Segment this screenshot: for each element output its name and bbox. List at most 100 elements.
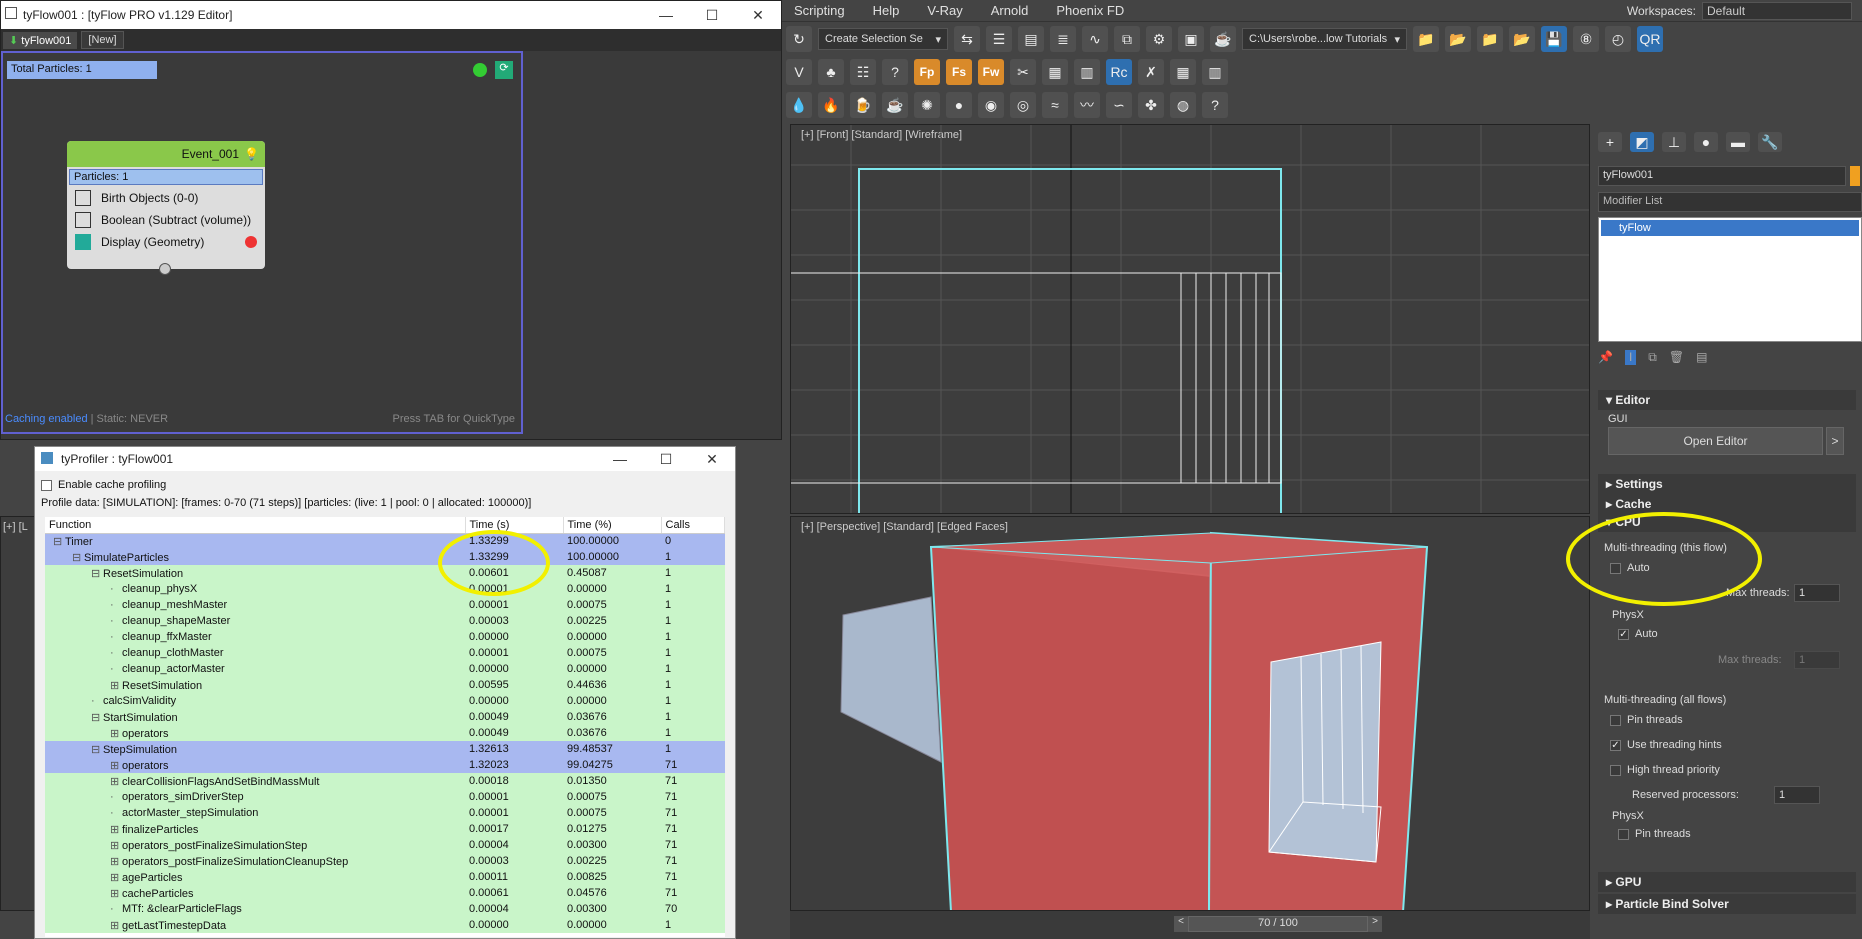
fp-icon[interactable]: Fp <box>914 59 940 85</box>
qr-icon[interactable]: QR <box>1637 26 1663 52</box>
table-row[interactable]: · cleanup_ffxMaster 0.00000 0.00000 1 <box>45 629 725 645</box>
output-socket[interactable] <box>159 263 171 275</box>
help-icon[interactable]: ? <box>1202 92 1228 118</box>
help-icon[interactable]: ? <box>882 59 908 85</box>
event-node[interactable]: Event_001 💡 Particles: 1 Birth Objects (… <box>67 141 265 275</box>
table-row[interactable]: · operators_simDriverStep 0.00001 0.00075 71 <box>45 789 725 805</box>
mirror-icon[interactable]: ⇆ <box>954 26 980 52</box>
tab-tyflow001[interactable]: ⬇ tyFlow001 <box>3 31 78 49</box>
event-node-title[interactable]: Event_001 <box>67 141 265 167</box>
grid-icon[interactable]: ▥ <box>1074 59 1100 85</box>
curve-editor-icon[interactable]: ∿ <box>1082 26 1108 52</box>
snap-icon[interactable]: ↻ <box>786 26 812 52</box>
folder-icon[interactable]: 📁 <box>1477 26 1503 52</box>
table-row[interactable]: · cleanup_meshMaster 0.00001 0.00075 1 <box>45 597 725 613</box>
tab-new[interactable]: [New] <box>81 31 124 49</box>
wave-icon[interactable]: ≈ <box>1042 92 1068 118</box>
expand-toggle-icon[interactable]: ⊟ <box>72 551 84 564</box>
tools-icon[interactable]: ✂ <box>1010 59 1036 85</box>
physx-auto-checkbox[interactable]: ✓ Auto <box>1618 628 1658 640</box>
minimize-icon[interactable]: — <box>597 447 643 471</box>
front-viewport[interactable]: [+] [Front] [Standard] [Wireframe] <box>790 124 1590 514</box>
expand-button[interactable]: > <box>1826 427 1844 455</box>
project-path-dropdown[interactable]: C:\Users\robe...low Tutorials ▾ <box>1242 28 1407 50</box>
hierarchy-icon[interactable]: ⊥ <box>1662 132 1686 152</box>
expand-toggle-icon[interactable]: ⊞ <box>110 919 122 932</box>
expand-toggle-icon[interactable]: ⊞ <box>110 887 122 900</box>
col-function[interactable]: Function <box>45 517 466 534</box>
expand-toggle-icon[interactable]: ⊞ <box>110 839 122 852</box>
timer-icon[interactable]: ◴ <box>1605 26 1631 52</box>
perspective-viewport[interactable]: [+] [Perspective] [Standard] [Edged Face… <box>790 516 1590 911</box>
render-frame-icon[interactable]: ▣ <box>1178 26 1204 52</box>
wind-icon[interactable]: ✤ <box>1138 92 1164 118</box>
expand-toggle-icon[interactable]: ⊞ <box>110 823 122 836</box>
save-icon[interactable]: 💾 <box>1541 26 1567 52</box>
physx-pin-threads-checkbox[interactable]: Pin threads <box>1618 828 1691 840</box>
table-row[interactable]: ⊞ operators_postFinalizeSimulationCleanup… <box>45 853 725 869</box>
expand-toggle-icon[interactable]: ⊞ <box>110 775 122 788</box>
table-row[interactable]: ⊞ operators_postFinalizeSimulationStep 0.0… <box>45 837 725 853</box>
show-end-icon[interactable]: I <box>1624 350 1637 365</box>
table-row[interactable]: ⊟ StepSimulation 1.32613 99.48537 1 <box>45 741 725 757</box>
table-row[interactable]: ⊟ SimulateParticles 1.33299 100.00000 1 <box>45 549 725 565</box>
expand-toggle-icon[interactable]: ⊟ <box>91 567 103 580</box>
refresh-icon[interactable]: ⟳ <box>495 61 513 79</box>
threading-hints-checkbox[interactable]: ✓ Use threading hints <box>1610 739 1722 751</box>
maximize-icon[interactable]: ☐ <box>643 447 689 471</box>
physx-max-threads-spinner[interactable]: 1 <box>1794 651 1840 669</box>
scene-explorer-icon[interactable]: ▤ <box>1018 26 1044 52</box>
wrench-icon[interactable]: ✗ <box>1138 59 1164 85</box>
folder-icon[interactable]: 📂 <box>1445 26 1471 52</box>
mesher-icon[interactable]: ◍ <box>1170 92 1196 118</box>
configure-icon[interactable]: ▤ <box>1696 350 1707 365</box>
source-icon[interactable]: ● <box>946 92 972 118</box>
maximize-icon[interactable]: ☐ <box>689 1 735 29</box>
fw-icon[interactable]: Fw <box>978 59 1004 85</box>
ocean-icon[interactable]: 〰 <box>1074 92 1100 118</box>
table-row[interactable]: ⊟ Timer 1.33299 100.00000 0 <box>45 533 725 549</box>
workspace-dropdown[interactable]: Default <box>1702 2 1852 20</box>
pin-threads-checkbox[interactable]: Pin threads <box>1610 714 1683 726</box>
drop-icon[interactable]: 💧 <box>786 92 812 118</box>
flow-canvas[interactable]: Total Particles: 1 ⟳ Event_001 💡 Particl… <box>1 51 523 434</box>
pin-icon[interactable]: 📌 <box>1598 350 1613 365</box>
close-icon[interactable]: ✕ <box>689 447 735 471</box>
table-row[interactable]: ⊞ ResetSimulation 0.00595 0.44636 1 <box>45 677 725 693</box>
folder-icon[interactable]: 📁 <box>1413 26 1439 52</box>
object-name-field[interactable]: tyFlow001 <box>1598 166 1846 186</box>
menu-help[interactable]: Help <box>859 3 914 18</box>
cup-icon[interactable]: ☕ <box>882 92 908 118</box>
table-icon[interactable]: ▦ <box>1170 59 1196 85</box>
table-row[interactable]: · calcSimValidity 0.00000 0.00000 1 <box>45 693 725 709</box>
close-icon[interactable]: ✕ <box>735 1 781 29</box>
vortex-icon[interactable]: ◎ <box>1010 92 1036 118</box>
prev-frame-button[interactable]: < <box>1174 916 1188 932</box>
rc-icon[interactable]: Rc <box>1106 59 1132 85</box>
render-setup-icon[interactable]: ⚙ <box>1146 26 1172 52</box>
menu-arnold[interactable]: Arnold <box>977 3 1043 18</box>
bulb-icon[interactable]: 💡 <box>244 147 259 161</box>
col-calls[interactable]: Calls <box>661 517 725 534</box>
selection-set-dropdown[interactable]: Create Selection Se ▾ <box>818 28 948 50</box>
list-icon[interactable]: ☷ <box>850 59 876 85</box>
col-percent[interactable]: Time (%) <box>563 517 662 534</box>
stack-item-tyflow[interactable]: tyFlow <box>1601 220 1859 236</box>
modifier-list-dropdown[interactable]: Modifier List <box>1598 192 1862 212</box>
vray-icon[interactable]: V <box>786 59 812 85</box>
rollout-editor[interactable]: ▾ Editor <box>1598 390 1856 410</box>
expand-toggle-icon[interactable]: ⊞ <box>110 679 122 692</box>
delete-icon[interactable]: 🗑 <box>1669 350 1684 365</box>
expand-toggle-icon[interactable]: ⊞ <box>110 759 122 772</box>
menu-vray[interactable]: V-Ray <box>913 3 976 18</box>
display-color-icon[interactable] <box>245 236 257 248</box>
frame-counter[interactable]: 70 / 100 <box>1188 916 1368 932</box>
utilities-icon[interactable]: 🔧 <box>1758 132 1782 152</box>
table-row[interactable]: ⊞ finalizeParticles 0.00017 0.01275 71 <box>45 821 725 837</box>
time-slider[interactable]: 70 / 100 < > <box>790 911 1590 939</box>
modify-icon[interactable]: ◩ <box>1630 132 1654 152</box>
beer-icon[interactable]: 🍺 <box>850 92 876 118</box>
object-color-swatch[interactable] <box>1850 166 1860 186</box>
table-row[interactable]: ⊞ operators 0.00049 0.03676 1 <box>45 725 725 741</box>
table-row[interactable]: · cleanup_actorMaster 0.00000 0.00000 1 <box>45 661 725 677</box>
